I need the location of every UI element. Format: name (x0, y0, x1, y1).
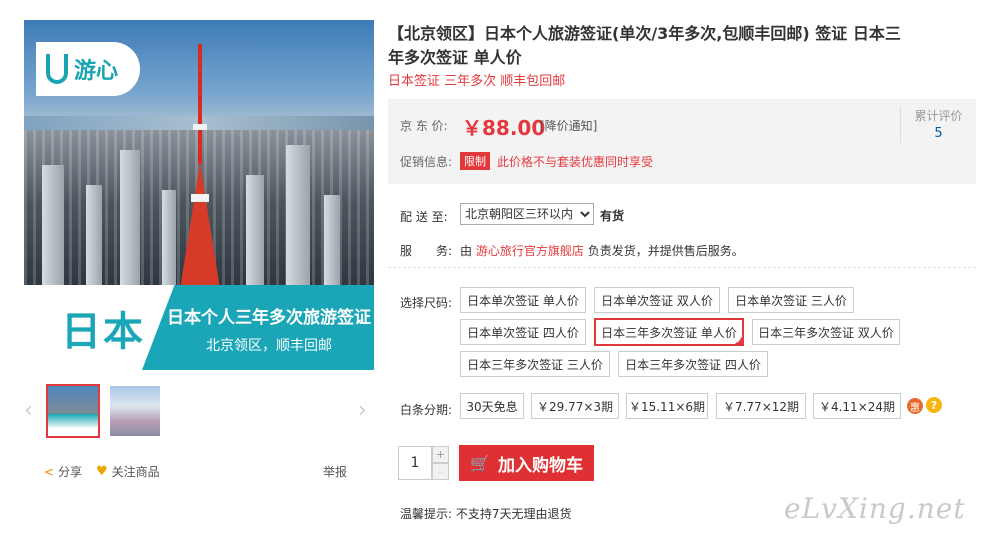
service-label: 服 务: (400, 244, 453, 258)
tip-text: 不支持7天无理由退货 (455, 507, 572, 521)
warm-tip: 温馨提示: 不支持7天无理由退货 (400, 505, 572, 522)
add-to-cart-label: 加入购物车 (497, 455, 583, 476)
installment-label: 白条分期: (400, 403, 453, 417)
tower-body (178, 162, 222, 302)
installment-option[interactable]: ￥29.77×3期 (531, 393, 619, 419)
tip-label: 温馨提示: (400, 507, 453, 521)
promo-label: 促销信息: (400, 155, 453, 169)
product-title: 【北京领区】日本个人旅游签证(单次/3年多次,包顺丰回邮) 签证 日本三年多次签… (388, 24, 901, 67)
heart-icon: ♥ (96, 464, 108, 479)
price-value: ￥88.00 (462, 116, 546, 140)
price-label: 京 东 价: (400, 119, 448, 133)
service-description: 由 游心旅行官方旗舰店 负责发货，并提供售后服务。 (460, 242, 744, 259)
photo-building (286, 145, 310, 285)
share-button[interactable]: < 分享 (44, 463, 82, 480)
help-icon[interactable]: ? (926, 397, 942, 413)
quantity-input[interactable] (398, 446, 432, 480)
cart-icon: 🛒 (470, 453, 490, 473)
size-option-label: 日本三年多次签证 单人价 (601, 325, 737, 340)
promo-tag: 限制 (460, 152, 490, 170)
banner-title: 日本个人三年多次旅游签证 (167, 308, 371, 328)
photo-building (246, 175, 264, 285)
size-option[interactable]: 日本单次签证 单人价 (460, 287, 586, 313)
size-option[interactable]: 日本单次签证 四人价 (460, 319, 586, 345)
tower-deck-upper (193, 124, 207, 130)
product-actions: < 分享 ♥ 关注商品 举报 (44, 463, 374, 481)
brand-logo-icon (46, 54, 68, 84)
brand-logo: 游心 (36, 42, 140, 96)
service-prefix: 由 (460, 244, 473, 258)
review-summary[interactable]: 累计评价 5 (900, 107, 976, 143)
shop-name-link[interactable]: 游心旅行官方旗舰店 (476, 244, 584, 258)
photo-building (42, 165, 64, 285)
quantity-increase-button[interactable]: + (432, 446, 449, 463)
banner-country: 日本 (61, 308, 145, 355)
promo-text: 此价格不与套装优惠同时享受 (497, 155, 654, 169)
image-banner: 日本 日本个人三年多次旅游签证 北京领区，顺丰回邮 (24, 285, 374, 370)
chevron-right-icon[interactable]: › (358, 398, 367, 423)
size-option-selected[interactable]: 日本三年多次签证 单人价 ✓ (594, 318, 744, 346)
watermark: eLvXing.net (784, 492, 966, 525)
size-option[interactable]: 日本单次签证 双人价 (594, 287, 720, 313)
report-link[interactable]: 举报 (323, 463, 347, 480)
discount-icon[interactable]: 惠 (907, 398, 923, 414)
section-divider (388, 267, 976, 268)
installment-option[interactable]: ￥7.77×12期 (716, 393, 806, 419)
size-option[interactable]: 日本单次签证 三人价 (728, 287, 854, 313)
shipping-label: 配 送 至: (400, 210, 448, 224)
thumbnail-strip: ‹ › (24, 384, 374, 440)
installment-option[interactable]: ￥15.11×6期 (626, 393, 708, 419)
chevron-left-icon[interactable]: ‹ (24, 398, 33, 423)
photo-building (86, 185, 102, 285)
shipping-location-select[interactable]: 北京朝阳区三环以内 (460, 203, 594, 225)
photo-building (162, 190, 176, 285)
size-option[interactable]: 日本三年多次签证 双人价 (752, 319, 900, 345)
size-option[interactable]: 日本三年多次签证 四人价 (618, 351, 768, 377)
follow-label: 关注商品 (111, 465, 160, 479)
banner-subtitle: 北京领区，顺丰回邮 (206, 338, 332, 354)
product-subtitle: 日本签证 三年多次 顺丰包回邮 (388, 74, 566, 89)
installment-option[interactable]: ￥4.11×24期 (813, 393, 901, 419)
share-icon: < (44, 464, 55, 479)
review-count[interactable]: 5 (901, 126, 976, 141)
size-label: 选择尺码: (400, 296, 453, 310)
review-label: 累计评价 (914, 109, 963, 123)
checkmark-icon: ✓ (736, 337, 742, 345)
price-drop-notice-link[interactable]: [降价通知] (540, 117, 597, 134)
product-main-image: 游心 日本 日本个人三年多次旅游签证 北京领区，顺丰回邮 (24, 20, 374, 370)
follow-button[interactable]: ♥ 关注商品 (96, 463, 160, 480)
share-label: 分享 (58, 465, 83, 479)
installment-option[interactable]: 30天免息 (460, 393, 524, 419)
tower-mast (198, 44, 202, 164)
size-option[interactable]: 日本三年多次签证 三人价 (460, 351, 610, 377)
price-summary: 京 东 价: ￥88.00 [降价通知] 促销信息: 限制 此价格不与套装优惠同… (388, 99, 976, 184)
stock-status: 有货 (600, 209, 625, 223)
brand-logo-text: 游心 (74, 59, 119, 84)
quantity-decrease-button[interactable]: - (432, 463, 449, 480)
thumbnail-2[interactable] (108, 384, 162, 438)
service-suffix: 负责发货，并提供售后服务。 (587, 244, 744, 258)
photo-building (120, 150, 140, 285)
thumbnail-1[interactable] (46, 384, 100, 438)
add-to-cart-button[interactable]: 🛒 加入购物车 (459, 445, 594, 481)
photo-building (324, 195, 340, 285)
tower-deck (191, 194, 209, 202)
